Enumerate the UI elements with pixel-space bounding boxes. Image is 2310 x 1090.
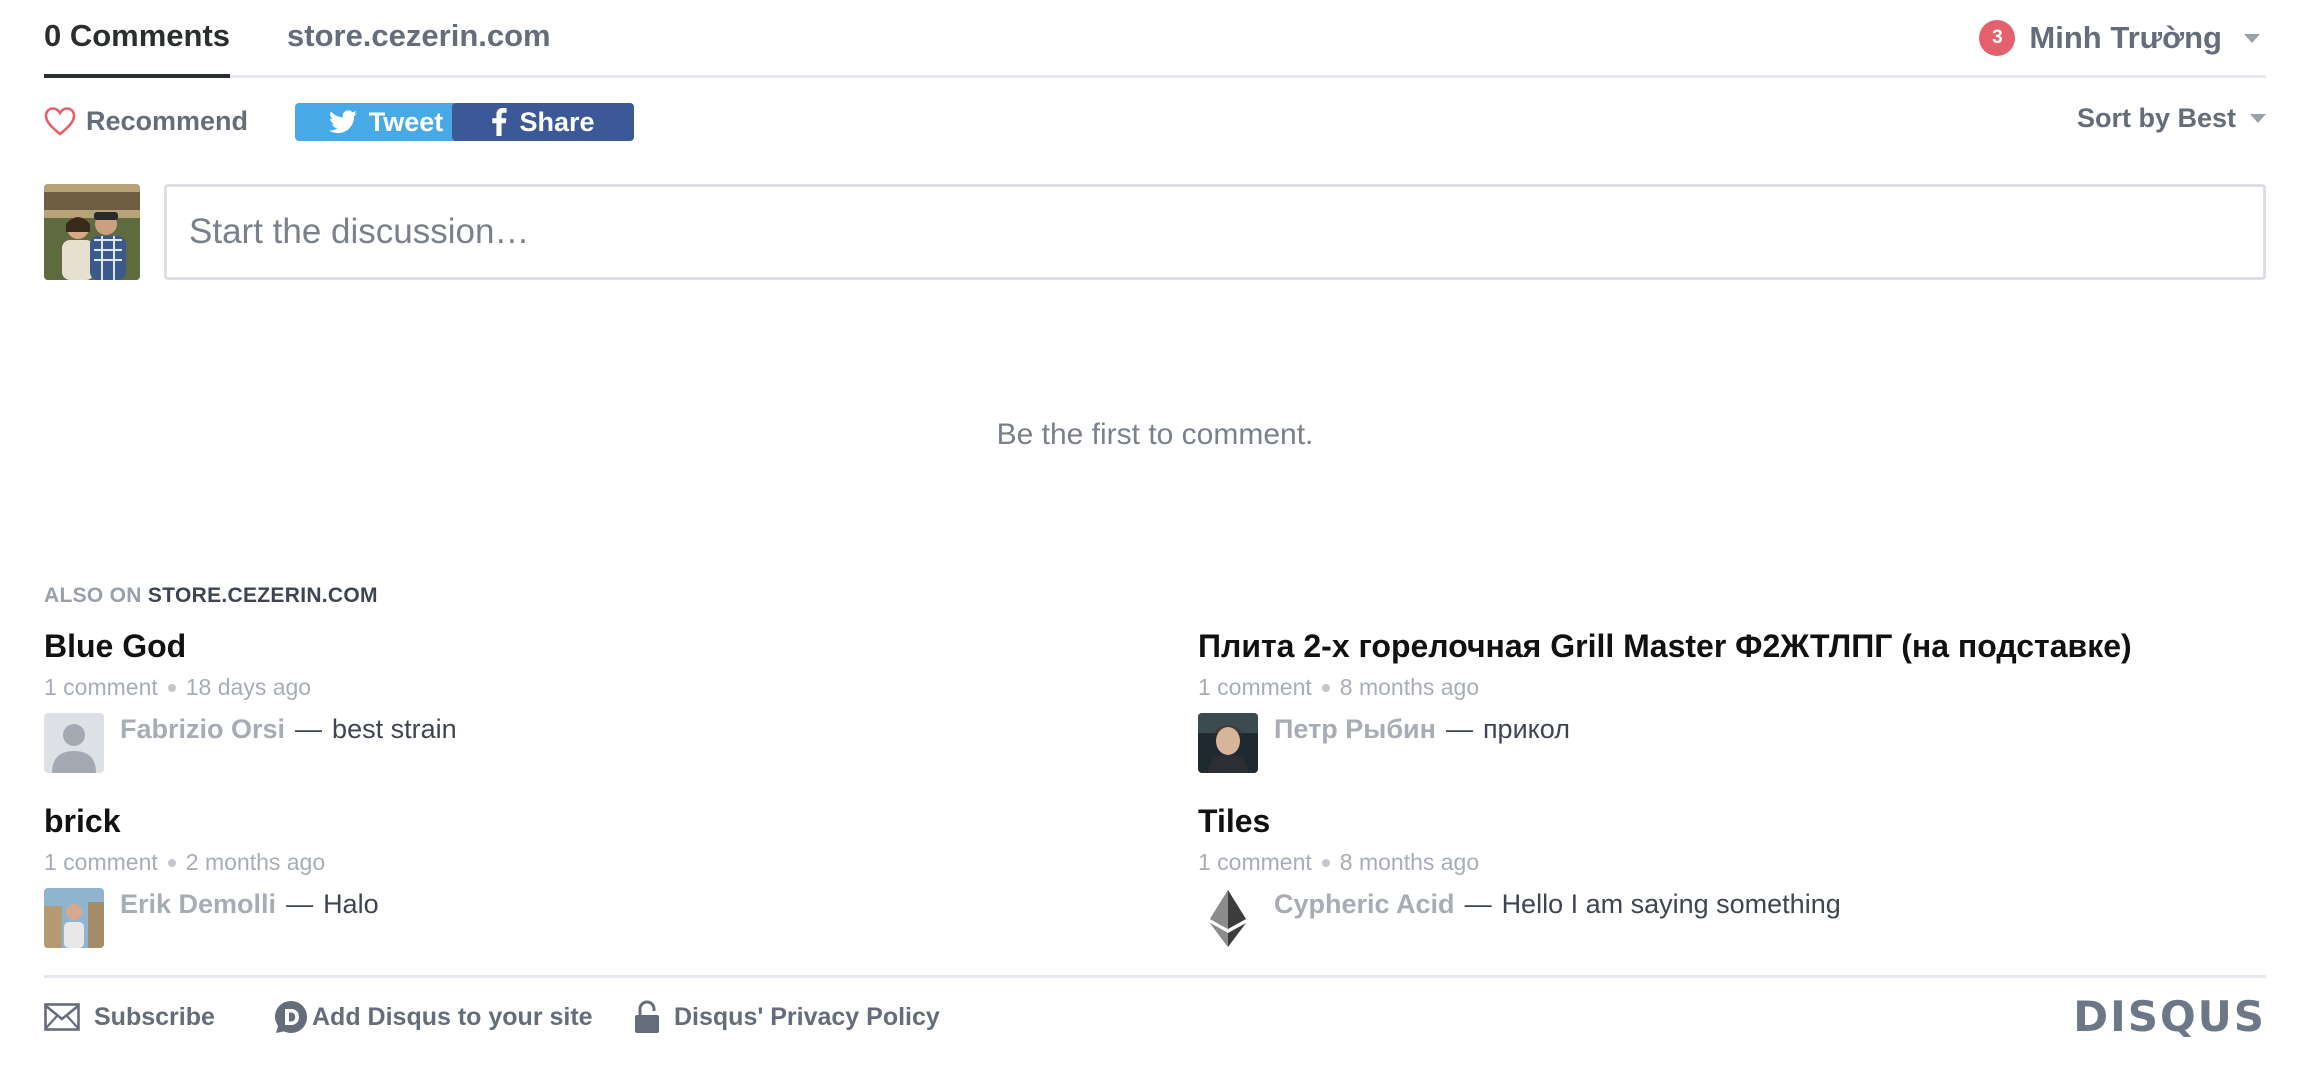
timestamp: 8 months ago [1339,849,1480,875]
comment-excerpt: best strain [332,714,457,744]
recommendation-meta: 1 comment 8 months ago [1198,849,2298,876]
heart-icon [44,107,76,136]
recommendation-comment[interactable]: Fabrizio Orsi — best strain [44,713,1144,773]
privacy-label: Disqus' Privacy Policy [674,1002,940,1031]
recommendation-comment[interactable]: Erik Demolli — Halo [44,888,1144,948]
timestamp: 18 days ago [185,674,312,700]
recommendation-comment[interactable]: Cypheric Acid — Hello I am saying someth… [1198,888,2298,948]
subscribe-link[interactable]: Subscribe [44,998,215,1036]
recommendation-meta: 1 comment 2 months ago [44,849,1144,876]
current-user-avatar[interactable] [44,184,140,280]
add-disqus-label: Add Disqus to your site [312,1002,593,1031]
privacy-policy-link[interactable]: Disqus' Privacy Policy [634,998,940,1036]
comment-author: Erik Demolli [120,889,277,919]
comment-excerpt: Halo [323,889,379,919]
share-label: Share [519,106,595,137]
twitter-icon [328,110,357,134]
recommendation-item: Плита 2-х горелочная Grill Master Ф2ЖТЛП… [1198,628,2298,773]
envelope-icon [44,1003,80,1031]
tweet-label: Tweet [368,106,444,137]
tab-comments[interactable]: 0 Comments [44,18,231,78]
separator-dot [1321,858,1330,867]
also-on-site[interactable]: STORE.CEZERIN.COM [148,584,378,607]
lock-icon [635,1000,659,1033]
sort-label: Sort by Best [2076,102,2236,133]
author-avatar [1198,713,1258,773]
comment-excerpt: Hello I am saying something [1501,889,1841,919]
default-user-icon [44,713,104,773]
also-on-heading: ALSO ON STORE.CEZERIN.COM [44,584,378,608]
comment-author: Fabrizio Orsi [120,714,286,744]
dash-separator: — [295,714,323,744]
separator-dot [1321,683,1330,692]
separator-dot [167,858,176,867]
recommendation-meta: 1 comment 18 days ago [44,674,1144,701]
user-name[interactable]: Minh Trường [2029,20,2222,56]
ethereum-icon [1198,888,1258,948]
comment-input[interactable] [164,184,2266,280]
tab-community[interactable]: store.cezerin.com [287,18,551,75]
subscribe-label: Subscribe [94,1002,215,1031]
facebook-icon [492,108,508,136]
recommendation-title[interactable]: Blue God [44,628,1144,668]
comment-author: Cypheric Acid [1274,889,1455,919]
recommendation-title[interactable]: Плита 2-х горелочная Grill Master Ф2ЖТЛП… [1198,628,2298,668]
disqus-d-icon [275,1001,307,1033]
notification-badge[interactable]: 3 [1979,20,2016,56]
tweet-button[interactable]: Tweet [295,103,477,141]
timestamp: 2 months ago [185,849,326,875]
recommendation-item: Blue God 1 comment 18 days ago Fabrizio … [44,628,1144,773]
chevron-down-icon[interactable] [2244,33,2260,43]
recommend-button[interactable]: Recommend [44,103,248,139]
add-disqus-link[interactable]: Add Disqus to your site [274,998,593,1036]
thread-footer: Subscribe Add Disqus to your site Disqus… [44,975,2266,1045]
recommendation-title[interactable]: Tiles [1198,803,2298,843]
timestamp: 8 months ago [1339,674,1480,700]
recommendation-comment[interactable]: Петр Рыбин — прикол [1198,713,2298,773]
comment-count: 1 comment [44,849,158,875]
dash-separator: — [286,889,314,919]
comment-count: 1 comment [44,674,158,700]
recommendation-item: Tiles 1 comment 8 months ago Cypheric Ac… [1198,803,2298,948]
recommendation-title[interactable]: brick [44,803,1144,843]
thread-nav: 0 Comments store.cezerin.com 3 Minh Trườ… [44,0,2266,78]
comment-author: Петр Рыбин [1274,714,1436,744]
chevron-down-icon [2250,113,2266,123]
also-on-prefix: ALSO ON [44,584,142,607]
sort-dropdown[interactable]: Sort by Best [2077,100,2266,136]
comment-count: 1 comment [1198,849,1312,875]
recommend-label: Recommend [86,105,249,136]
recommendation-meta: 1 comment 8 months ago [1198,674,2298,701]
empty-thread-message: Be the first to comment. [996,418,1314,451]
author-avatar [44,888,104,948]
facebook-share-button[interactable]: Share [452,103,634,141]
comment-excerpt: прикол [1482,714,1570,744]
dash-separator: — [1464,889,1492,919]
separator-dot [167,683,176,692]
user-menu[interactable]: 3 Minh Trường [1979,18,2266,58]
comment-count: 1 comment [1198,674,1312,700]
disqus-logo[interactable]: DISQUS [2073,992,2266,1041]
recommendation-item: brick 1 comment 2 months ago Erik Demoll… [44,803,1144,948]
dash-separator: — [1445,714,1473,744]
